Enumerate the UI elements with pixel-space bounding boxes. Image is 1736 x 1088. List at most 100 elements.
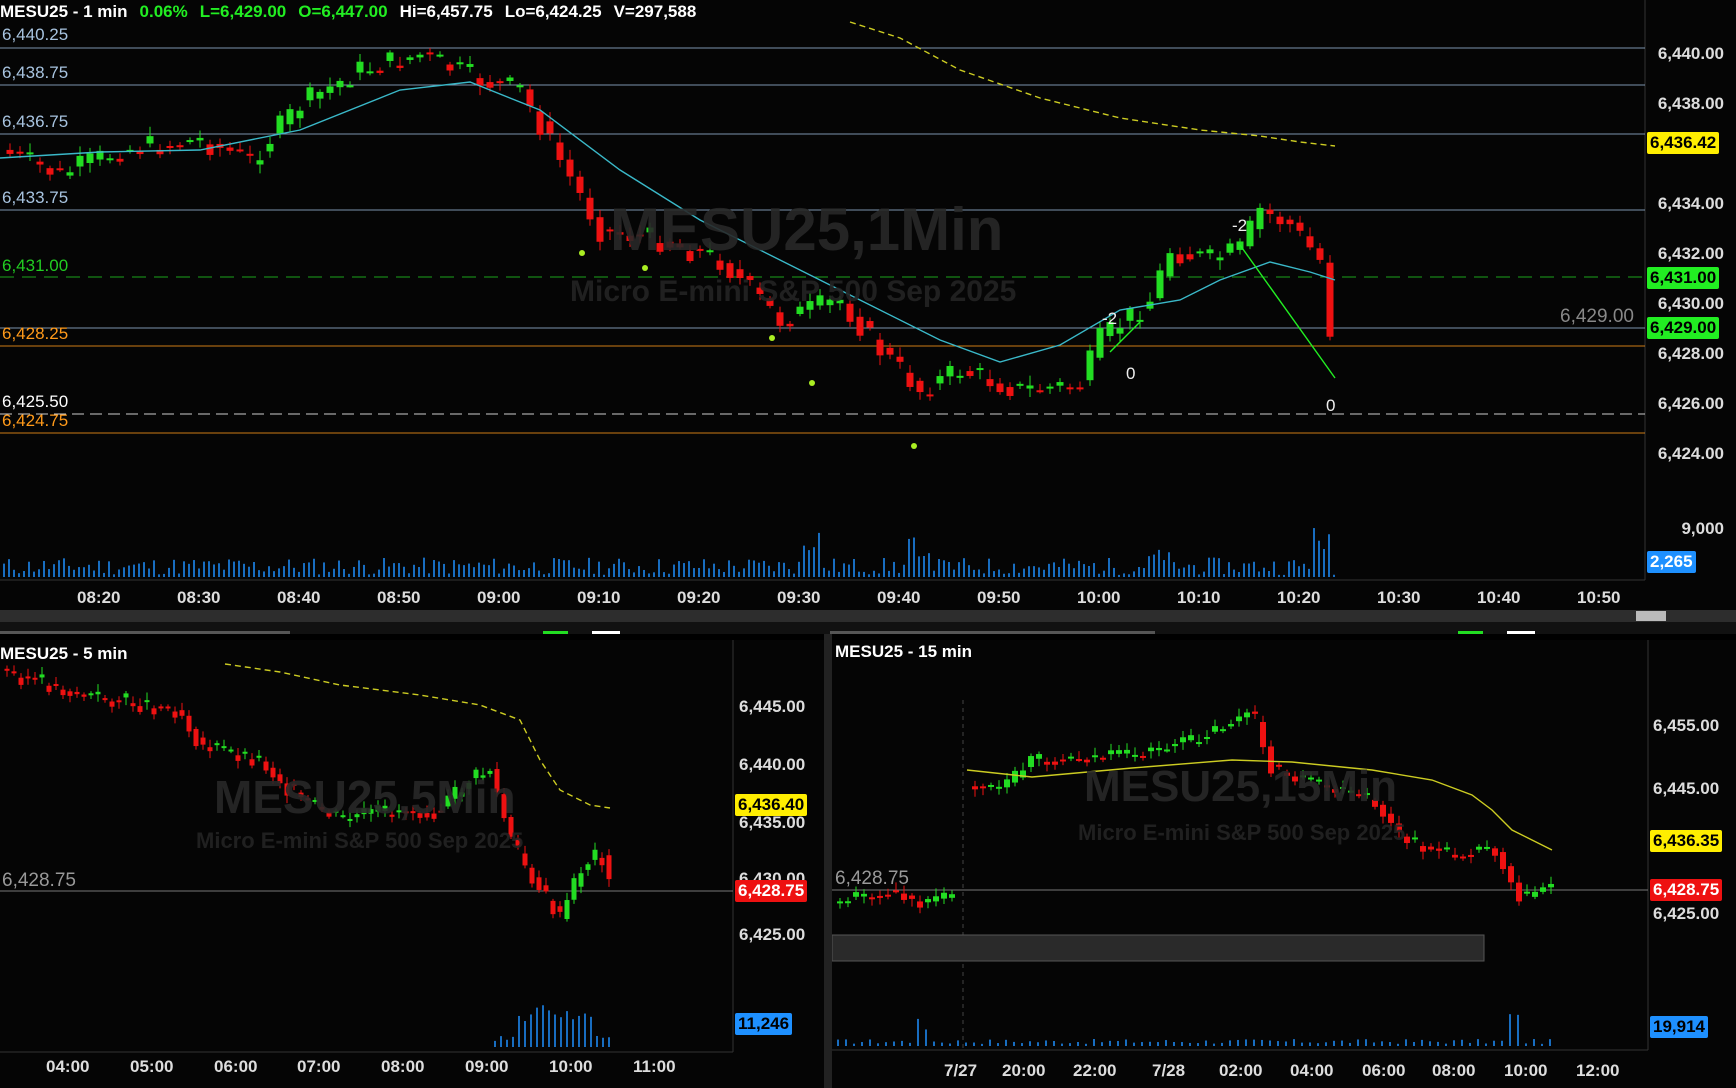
symbol-interval[interactable]: MESU25 - 1 min <box>0 2 128 21</box>
chart-5min-canvas[interactable] <box>0 640 824 1088</box>
candle-body <box>137 706 143 712</box>
candle-body <box>543 885 549 892</box>
candle-body <box>165 706 171 709</box>
time-tick: 08:30 <box>177 588 221 607</box>
price-axis[interactable]: 6,440.00 6,438.00 6,434.00 6,432.00 6,43… <box>1645 0 1736 580</box>
candle-body <box>1508 866 1514 883</box>
time-tick: 08:00 <box>381 1057 425 1076</box>
candle-body <box>466 64 474 67</box>
chart-5min-pane[interactable]: MESU25,5Min Micro E-mini S&P 500 Sep 202… <box>0 640 824 1088</box>
level-label: 6,428.75 <box>2 870 76 891</box>
price-axis[interactable]: 6,445.00 6,440.00 6,435.00 6,430.00 6,42… <box>733 640 824 1088</box>
candle-body <box>106 158 114 161</box>
candle-body <box>1116 750 1122 754</box>
time-tick: 07:00 <box>297 1057 341 1076</box>
chart-15min-canvas[interactable] <box>832 640 1736 1088</box>
time-tick: 7/28 <box>1152 1061 1186 1080</box>
horizontal-scrollbar[interactable] <box>0 610 1736 622</box>
highlight-band <box>832 934 1485 962</box>
candle-body <box>306 87 314 101</box>
candle-body <box>1164 749 1170 752</box>
candle-body <box>1548 883 1554 888</box>
chart-title[interactable]: MESU25 - 15 min <box>835 642 972 662</box>
candle-body <box>526 89 534 107</box>
candle-body <box>186 715 192 732</box>
time-tick: 10:10 <box>1177 588 1221 607</box>
candle-body <box>988 784 994 787</box>
scrollbar-thumb[interactable] <box>1636 611 1666 621</box>
candle-body <box>1186 254 1194 260</box>
candle-body <box>1316 248 1324 260</box>
price-tick: 6,455.00 <box>1653 716 1720 735</box>
candle-body <box>6 149 14 154</box>
watermark-symbol: MESU25,15Min <box>1084 762 1397 811</box>
candle-body <box>1124 749 1130 754</box>
candle-body <box>536 111 544 135</box>
time-tick: 08:40 <box>277 588 321 607</box>
price-axis[interactable]: 6,455.00 6,445.00 6,425.00 6,436.35 6,42… <box>1648 640 1736 1088</box>
splitter-indicator <box>1507 631 1535 634</box>
chart-15min-pane[interactable]: MESU25,15Min Micro E-mini S&P 500 Sep 20… <box>832 640 1736 1088</box>
candle-body <box>193 728 199 747</box>
time-tick: 02:00 <box>1219 1061 1263 1080</box>
candle-body <box>1266 209 1274 215</box>
candle-body <box>885 894 891 897</box>
time-tick: 09:30 <box>777 588 821 607</box>
candle-body <box>326 86 334 93</box>
candle-body <box>1052 761 1058 765</box>
change-pct: 0.06% <box>139 2 188 21</box>
candle-body <box>1060 759 1066 762</box>
pane-divider-vertical[interactable] <box>824 634 832 1088</box>
candle-body <box>406 57 414 60</box>
candle-body <box>578 873 584 887</box>
sma-price-tag: 6,436.42 <box>1647 132 1720 154</box>
candle-body <box>25 676 31 679</box>
candle-body <box>585 864 591 870</box>
time-tick: 10:00 <box>1504 1061 1548 1080</box>
candle-body <box>256 160 264 165</box>
watermark-description: Micro E-mini S&P 500 Sep 2025 <box>1078 820 1406 845</box>
candle-body <box>11 671 17 674</box>
candle-body <box>886 347 894 355</box>
candle-body <box>1228 724 1234 727</box>
splitter-indicator <box>830 631 1155 634</box>
candle-body <box>366 71 374 74</box>
level-label: 6,428.75 <box>835 868 909 889</box>
candle-body <box>246 153 254 156</box>
candle-body <box>436 54 444 57</box>
time-tick: 08:20 <box>77 588 121 607</box>
candle-body <box>933 896 939 902</box>
candle-body <box>1044 761 1050 765</box>
chart-1min-pane[interactable]: MESU25,1Min Micro E-mini S&P 500 Sep 202… <box>0 0 1736 610</box>
candle-body <box>1468 854 1474 857</box>
volume-tag: 19,914 <box>1650 1016 1708 1038</box>
price-tick: 6,424.00 <box>1657 444 1724 463</box>
time-tick: 04:00 <box>46 1057 90 1076</box>
candle-body <box>1276 216 1284 225</box>
candle-body <box>286 109 294 125</box>
volume: V=297,588 <box>613 2 697 21</box>
price-tick: 6,445.00 <box>739 697 806 716</box>
candle-body <box>1126 308 1134 321</box>
chart-title[interactable]: MESU25 - 5 min <box>0 644 128 664</box>
time-tick: 09:00 <box>465 1057 509 1076</box>
volume-tag: 2,265 <box>1647 551 1696 573</box>
candle-body <box>853 892 859 897</box>
candle-body <box>166 145 174 148</box>
trade-mark-label: 0 <box>1126 364 1136 383</box>
candle-body <box>486 82 494 88</box>
volume-tick: 9,000 <box>1681 519 1724 538</box>
candle-body <box>214 743 220 746</box>
candle-body <box>88 693 94 696</box>
candle-body <box>529 867 535 884</box>
time-tick: 12:00 <box>1576 1061 1620 1080</box>
candle-body <box>916 380 924 393</box>
chart-header: MESU25 - 1 min 0.06% L=6,429.00 O=6,447.00 H… <box>0 2 708 22</box>
candle-body <box>396 65 404 68</box>
time-tick: 05:00 <box>130 1057 174 1076</box>
sma-price-tag: 6,436.40 <box>735 794 808 816</box>
candle-body <box>1076 759 1082 762</box>
level-label-6431: 6,431.00 <box>2 256 69 275</box>
candle-body <box>556 142 564 160</box>
candle-body <box>1540 887 1546 892</box>
